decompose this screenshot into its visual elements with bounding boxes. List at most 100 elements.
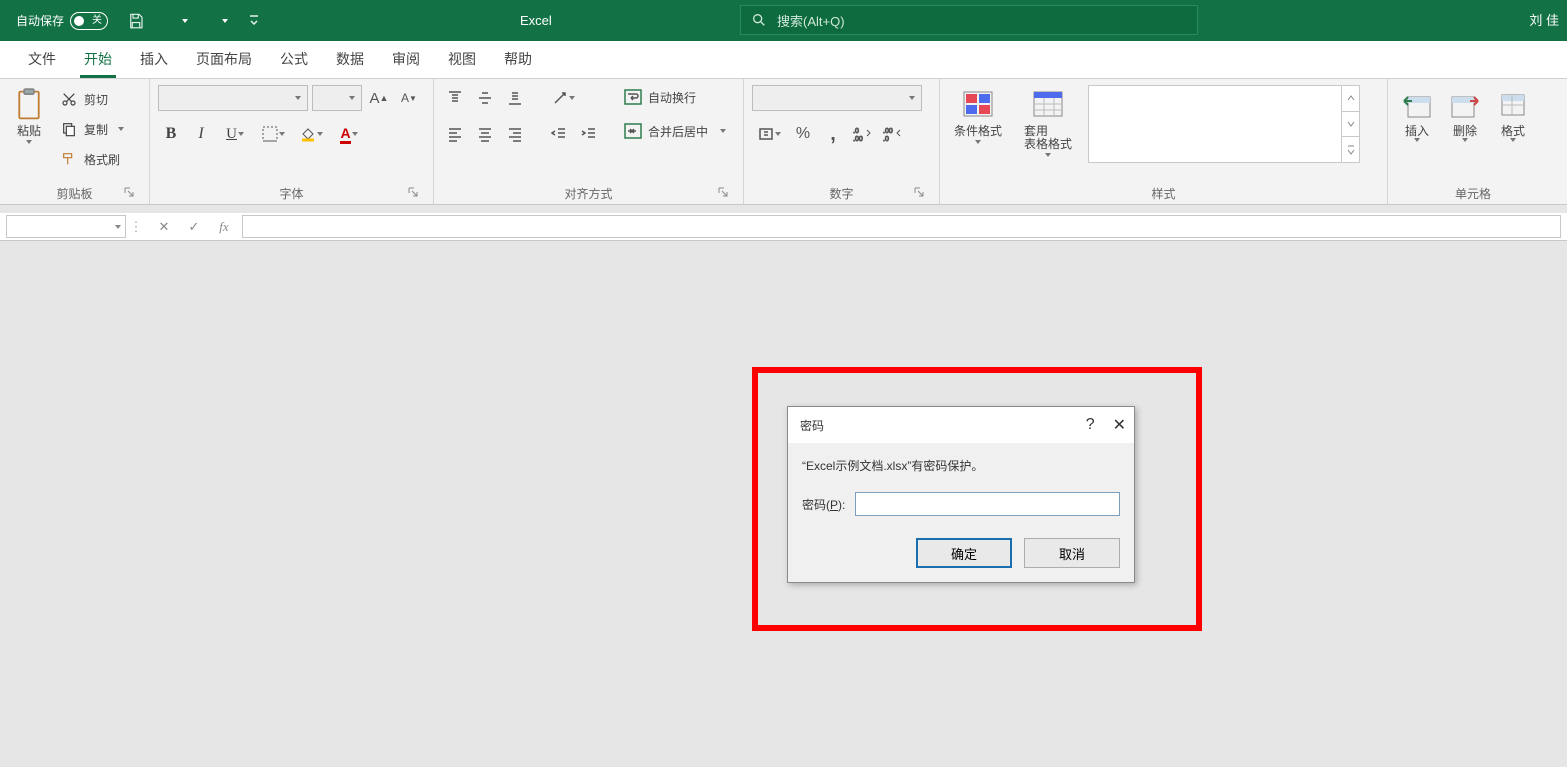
align-middle-button[interactable]: [472, 85, 498, 111]
qat-customize[interactable]: [242, 9, 266, 33]
chevron-down-icon: [352, 132, 358, 136]
chevron-down-icon: [279, 132, 285, 136]
ribbon: 粘贴 剪切 复制 格式刷 剪贴板 A▲ A▼ B I U: [0, 79, 1567, 205]
cancel-button[interactable]: 取消: [1024, 538, 1120, 568]
chevron-down-icon: [1462, 138, 1468, 142]
dialog-launcher-icon[interactable]: [123, 186, 137, 200]
app-title: Excel: [520, 13, 552, 28]
underline-button[interactable]: U: [218, 121, 252, 147]
tab-review[interactable]: 审阅: [378, 40, 434, 78]
search-box[interactable]: 搜索(Alt+Q): [740, 5, 1198, 35]
increase-indent-button[interactable]: [576, 121, 602, 147]
format-painter-button[interactable]: 格式刷: [56, 147, 128, 171]
increase-decimal-button[interactable]: .0.00: [850, 121, 876, 147]
title-bar: 自动保存 关 Excel 搜索(Alt+Q) 刘 佳: [0, 0, 1567, 41]
insert-cells-button[interactable]: 插入: [1396, 85, 1438, 142]
group-clipboard: 粘贴 剪切 复制 格式刷 剪贴板: [0, 79, 150, 204]
comma-button[interactable]: ,: [820, 121, 846, 147]
format-cells-button[interactable]: 格式: [1492, 85, 1534, 142]
tab-view[interactable]: 视图: [434, 40, 490, 78]
conditional-format-button[interactable]: 条件格式: [948, 85, 1008, 144]
name-box[interactable]: [6, 215, 126, 238]
delete-cells-button[interactable]: 删除: [1444, 85, 1486, 142]
svg-text:.00: .00: [883, 128, 893, 135]
undo-button[interactable]: [162, 12, 188, 30]
shrink-font-button[interactable]: A▼: [396, 85, 422, 111]
toggle-state: 关: [92, 16, 104, 26]
svg-text:.00: .00: [853, 136, 863, 142]
search-icon: [751, 12, 767, 28]
decrease-indent-button[interactable]: [546, 121, 572, 147]
accounting-format-button[interactable]: [752, 121, 786, 147]
group-label-styles: 样式: [1151, 185, 1175, 202]
wrap-text-button[interactable]: 自动换行: [620, 85, 730, 109]
number-format-combo[interactable]: [752, 85, 922, 111]
paste-button[interactable]: 粘贴: [8, 85, 50, 144]
dialog-message: “Excel示例文档.xlsx”有密码保护。: [802, 457, 1120, 474]
fx-button[interactable]: fx: [214, 219, 234, 235]
user-name[interactable]: 刘 佳: [1529, 10, 1559, 29]
group-label-number: 数字: [829, 185, 853, 202]
svg-text:.0: .0: [853, 128, 859, 135]
chevron-down-icon: [182, 19, 188, 23]
font-size-combo[interactable]: [312, 85, 362, 111]
enter-formula-button[interactable]: ✓: [184, 219, 204, 235]
group-label-font: 字体: [279, 185, 303, 202]
merge-center-button[interactable]: 合并后居中: [620, 119, 730, 143]
align-right-button[interactable]: [502, 121, 528, 147]
tab-home[interactable]: 开始: [70, 40, 126, 78]
cell-styles-gallery[interactable]: [1088, 85, 1360, 163]
chevron-down-icon: [118, 127, 124, 131]
svg-text:.0: .0: [883, 136, 889, 142]
dialog-titlebar: 密码 ? ✕: [788, 407, 1134, 443]
border-button[interactable]: [256, 121, 290, 147]
copy-button[interactable]: 复制: [56, 117, 128, 141]
bold-button[interactable]: B: [158, 121, 184, 147]
tab-insert[interactable]: 插入: [126, 40, 182, 78]
chevron-down-icon: [720, 129, 726, 133]
decrease-decimal-button[interactable]: .00.0: [880, 121, 906, 147]
clipboard-icon: [13, 87, 45, 123]
dialog-title: 密码: [800, 417, 824, 434]
group-number: % , .0.00 .00.0 数字: [744, 79, 940, 204]
align-left-button[interactable]: [442, 121, 468, 147]
orientation-button[interactable]: [546, 85, 580, 111]
chevron-down-icon: [222, 19, 228, 23]
close-icon[interactable]: ✕: [1113, 415, 1126, 435]
quick-access-toolbar: [124, 9, 266, 33]
format-as-table-button[interactable]: 套用 表格格式: [1016, 85, 1080, 157]
delete-icon: [1449, 87, 1481, 123]
tab-formulas[interactable]: 公式: [266, 40, 322, 78]
dialog-launcher-icon[interactable]: [913, 186, 927, 200]
password-input[interactable]: [855, 492, 1120, 516]
help-icon[interactable]: ?: [1086, 416, 1095, 434]
align-top-button[interactable]: [442, 85, 468, 111]
chevron-down-icon: [775, 132, 781, 136]
fill-color-button[interactable]: [294, 121, 328, 147]
align-center-button[interactable]: [472, 121, 498, 147]
grow-font-button[interactable]: A▲: [366, 85, 392, 111]
percent-button[interactable]: %: [790, 121, 816, 147]
formula-input[interactable]: [242, 215, 1561, 238]
font-name-combo[interactable]: [158, 85, 308, 111]
toggle-switch[interactable]: 关: [70, 12, 108, 30]
group-cells: 插入 删除 格式 单元格: [1388, 79, 1558, 204]
redo-button[interactable]: [202, 12, 228, 30]
font-color-button[interactable]: A: [332, 121, 366, 147]
tab-help[interactable]: 帮助: [490, 40, 546, 78]
align-bottom-button[interactable]: [502, 85, 528, 111]
dialog-launcher-icon[interactable]: [717, 186, 731, 200]
autosave-toggle[interactable]: 自动保存 关: [16, 12, 108, 30]
tab-page-layout[interactable]: 页面布局: [182, 40, 266, 78]
cut-button[interactable]: 剪切: [56, 87, 128, 111]
tab-data[interactable]: 数据: [322, 40, 378, 78]
tab-file[interactable]: 文件: [14, 40, 70, 78]
gallery-down-icon[interactable]: [1342, 112, 1359, 138]
save-icon[interactable]: [124, 9, 148, 33]
dialog-launcher-icon[interactable]: [407, 186, 421, 200]
ok-button[interactable]: 确定: [916, 538, 1012, 568]
gallery-up-icon[interactable]: [1342, 86, 1359, 112]
gallery-more-icon[interactable]: [1342, 137, 1359, 162]
italic-button[interactable]: I: [188, 121, 214, 147]
cancel-formula-button[interactable]: ✕: [154, 219, 174, 235]
